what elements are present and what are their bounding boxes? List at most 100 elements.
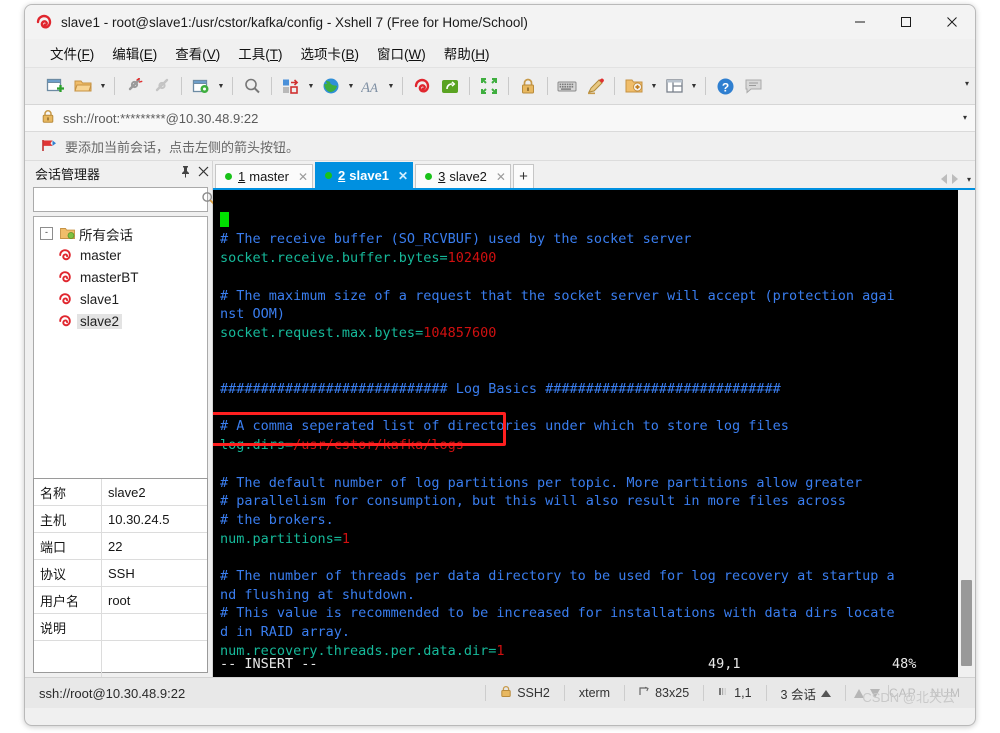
session-item-label: masterBT	[80, 269, 139, 285]
globe-dropdown-caret[interactable]: ▼	[345, 74, 357, 98]
close-button[interactable]	[929, 5, 975, 39]
transfer-file-dropdown-caret[interactable]: ▼	[305, 74, 317, 98]
session-search-box[interactable]	[33, 187, 215, 212]
property-key: 主机	[34, 506, 102, 532]
reconnect-icon[interactable]	[149, 73, 175, 99]
terminal-scrollbar[interactable]	[957, 190, 975, 677]
session-item-master[interactable]: master	[34, 244, 207, 266]
tab-close-icon[interactable]: ✕	[496, 170, 506, 184]
lock-icon[interactable]	[515, 73, 541, 99]
maximize-button[interactable]	[883, 5, 929, 39]
address-bar[interactable]: ssh://root:*********@10.30.48.9:22 ▾	[25, 105, 975, 132]
tab-slave2[interactable]: 3 slave2 ✕	[415, 164, 511, 188]
tab-label: slave2	[449, 169, 487, 184]
minimize-button[interactable]	[837, 5, 883, 39]
terminal-value: 104857600	[423, 324, 497, 341]
disconnect-icon[interactable]	[121, 73, 147, 99]
toolbar-separator	[271, 77, 272, 95]
menu-view[interactable]: 查看(V)	[166, 40, 229, 66]
session-properties-icon[interactable]	[188, 73, 214, 99]
new-tab-button[interactable]: +	[512, 164, 534, 188]
layout-dropdown-caret[interactable]: ▼	[688, 74, 700, 98]
terminal-output[interactable]: # The receive buffer (SO_RCVBUF) used by…	[213, 190, 957, 677]
session-item-slave2[interactable]: slave2	[34, 310, 207, 332]
session-properties-dropdown-caret[interactable]: ▼	[215, 74, 227, 98]
layout-icon[interactable]	[661, 73, 687, 99]
globe-icon[interactable]	[318, 73, 344, 99]
new-session-icon[interactable]	[42, 73, 68, 99]
session-tree-root[interactable]: - 所有会话	[34, 223, 207, 244]
highlight-pen-icon[interactable]	[582, 73, 608, 99]
session-manager-close-icon[interactable]	[194, 166, 212, 180]
toolbar-separator	[402, 77, 403, 95]
scroll-down-icon[interactable]	[869, 688, 880, 698]
xftp-icon[interactable]	[437, 73, 463, 99]
status-sessions-cell[interactable]: 3 会话	[767, 678, 845, 708]
scroll-up-icon[interactable]	[853, 688, 864, 698]
terminal-line: nst OOM)	[220, 306, 286, 323]
comment-icon[interactable]	[740, 73, 766, 99]
font-dropdown-caret[interactable]: ▼	[385, 74, 397, 98]
address-dropdown-caret[interactable]: ▾	[963, 113, 967, 122]
tab-close-icon[interactable]: ✕	[298, 170, 308, 184]
menu-bar: 文件(F) 编辑(E) 查看(V) 工具(T) 选项卡(B) 窗口(W) 帮助(…	[25, 39, 975, 68]
property-row-name: 名称 slave2	[34, 479, 207, 506]
property-row-host: 主机 10.30.24.5	[34, 506, 207, 533]
terminal-line: # The number of threads per data directo…	[220, 568, 895, 585]
tree-collapse-icon[interactable]: -	[40, 227, 53, 240]
transfer-file-icon[interactable]	[278, 73, 304, 99]
status-scroll-arrows[interactable]	[846, 688, 888, 698]
font-icon[interactable]: A A	[358, 73, 384, 99]
add-to-folder-icon[interactable]	[621, 73, 647, 99]
toolbar-overflow-caret[interactable]: ▾	[965, 79, 969, 88]
tab-status-dot	[325, 172, 333, 179]
toolbar-separator	[705, 77, 706, 95]
fullscreen-icon[interactable]	[476, 73, 502, 99]
tab-slave1[interactable]: 2 slave1 ✕	[315, 162, 414, 188]
menu-edit[interactable]: 编辑(E)	[103, 40, 166, 66]
terminal-scrollbar-thumb[interactable]	[961, 580, 972, 666]
session-item-masterbt[interactable]: masterBT	[34, 266, 207, 288]
help-icon[interactable]: ?	[712, 73, 738, 99]
tab-list-caret[interactable]: ▾	[967, 175, 971, 184]
property-row-username: 用户名 root	[34, 587, 207, 614]
terminal-line: # The receive buffer (SO_RCVBUF) used by…	[220, 231, 692, 248]
menu-window-key: W	[408, 47, 422, 62]
xshell-icon[interactable]	[409, 73, 435, 99]
tab-master[interactable]: 1 master ✕	[215, 164, 314, 188]
search-icon[interactable]	[239, 73, 265, 99]
add-to-folder-dropdown-caret[interactable]: ▼	[648, 74, 660, 98]
session-item-slave1[interactable]: slave1	[34, 288, 207, 310]
open-folder-dropdown-caret[interactable]: ▼	[97, 74, 109, 98]
red-arrow-icon	[41, 138, 57, 155]
menu-file-key: F	[81, 47, 90, 62]
session-search-input[interactable]	[34, 191, 201, 208]
status-connection: ssh://root@10.30.48.9:22	[39, 685, 186, 701]
terminal-cursor	[220, 211, 229, 227]
main-body: 会话管理器 - 所有会话 master masterBT slave1 slav…	[25, 161, 975, 679]
terminal-value: 102400	[447, 250, 497, 267]
sessions-expand-icon[interactable]	[820, 689, 831, 697]
status-protocol: SSH2	[517, 686, 550, 700]
menu-help[interactable]: 帮助(H)	[435, 40, 499, 66]
menu-tools[interactable]: 工具(T)	[229, 40, 291, 66]
vim-status-line: -- INSERT -- 49,1 48%	[220, 655, 957, 674]
session-manager-header: 会话管理器	[25, 161, 212, 185]
session-icon	[58, 314, 72, 328]
status-cursor: 1,1	[734, 686, 752, 700]
menu-edit-key: E	[143, 47, 153, 62]
menu-tabs[interactable]: 选项卡(B)	[292, 40, 369, 66]
keyboard-icon[interactable]	[554, 73, 580, 99]
session-manager-title: 会话管理器	[35, 166, 101, 182]
tab-number: 2	[338, 168, 346, 183]
cursor-position-icon	[718, 686, 729, 700]
next-tab-icon[interactable]	[951, 174, 958, 184]
property-value: SSH	[108, 565, 135, 581]
open-folder-icon[interactable]	[70, 73, 96, 99]
prev-tab-icon[interactable]	[940, 174, 947, 184]
menu-window[interactable]: 窗口(W)	[368, 40, 435, 66]
tab-status-dot	[225, 173, 232, 180]
tab-close-icon[interactable]: ✕	[398, 169, 408, 183]
menu-file[interactable]: 文件(F)	[41, 40, 103, 66]
pin-icon[interactable]	[176, 165, 194, 181]
